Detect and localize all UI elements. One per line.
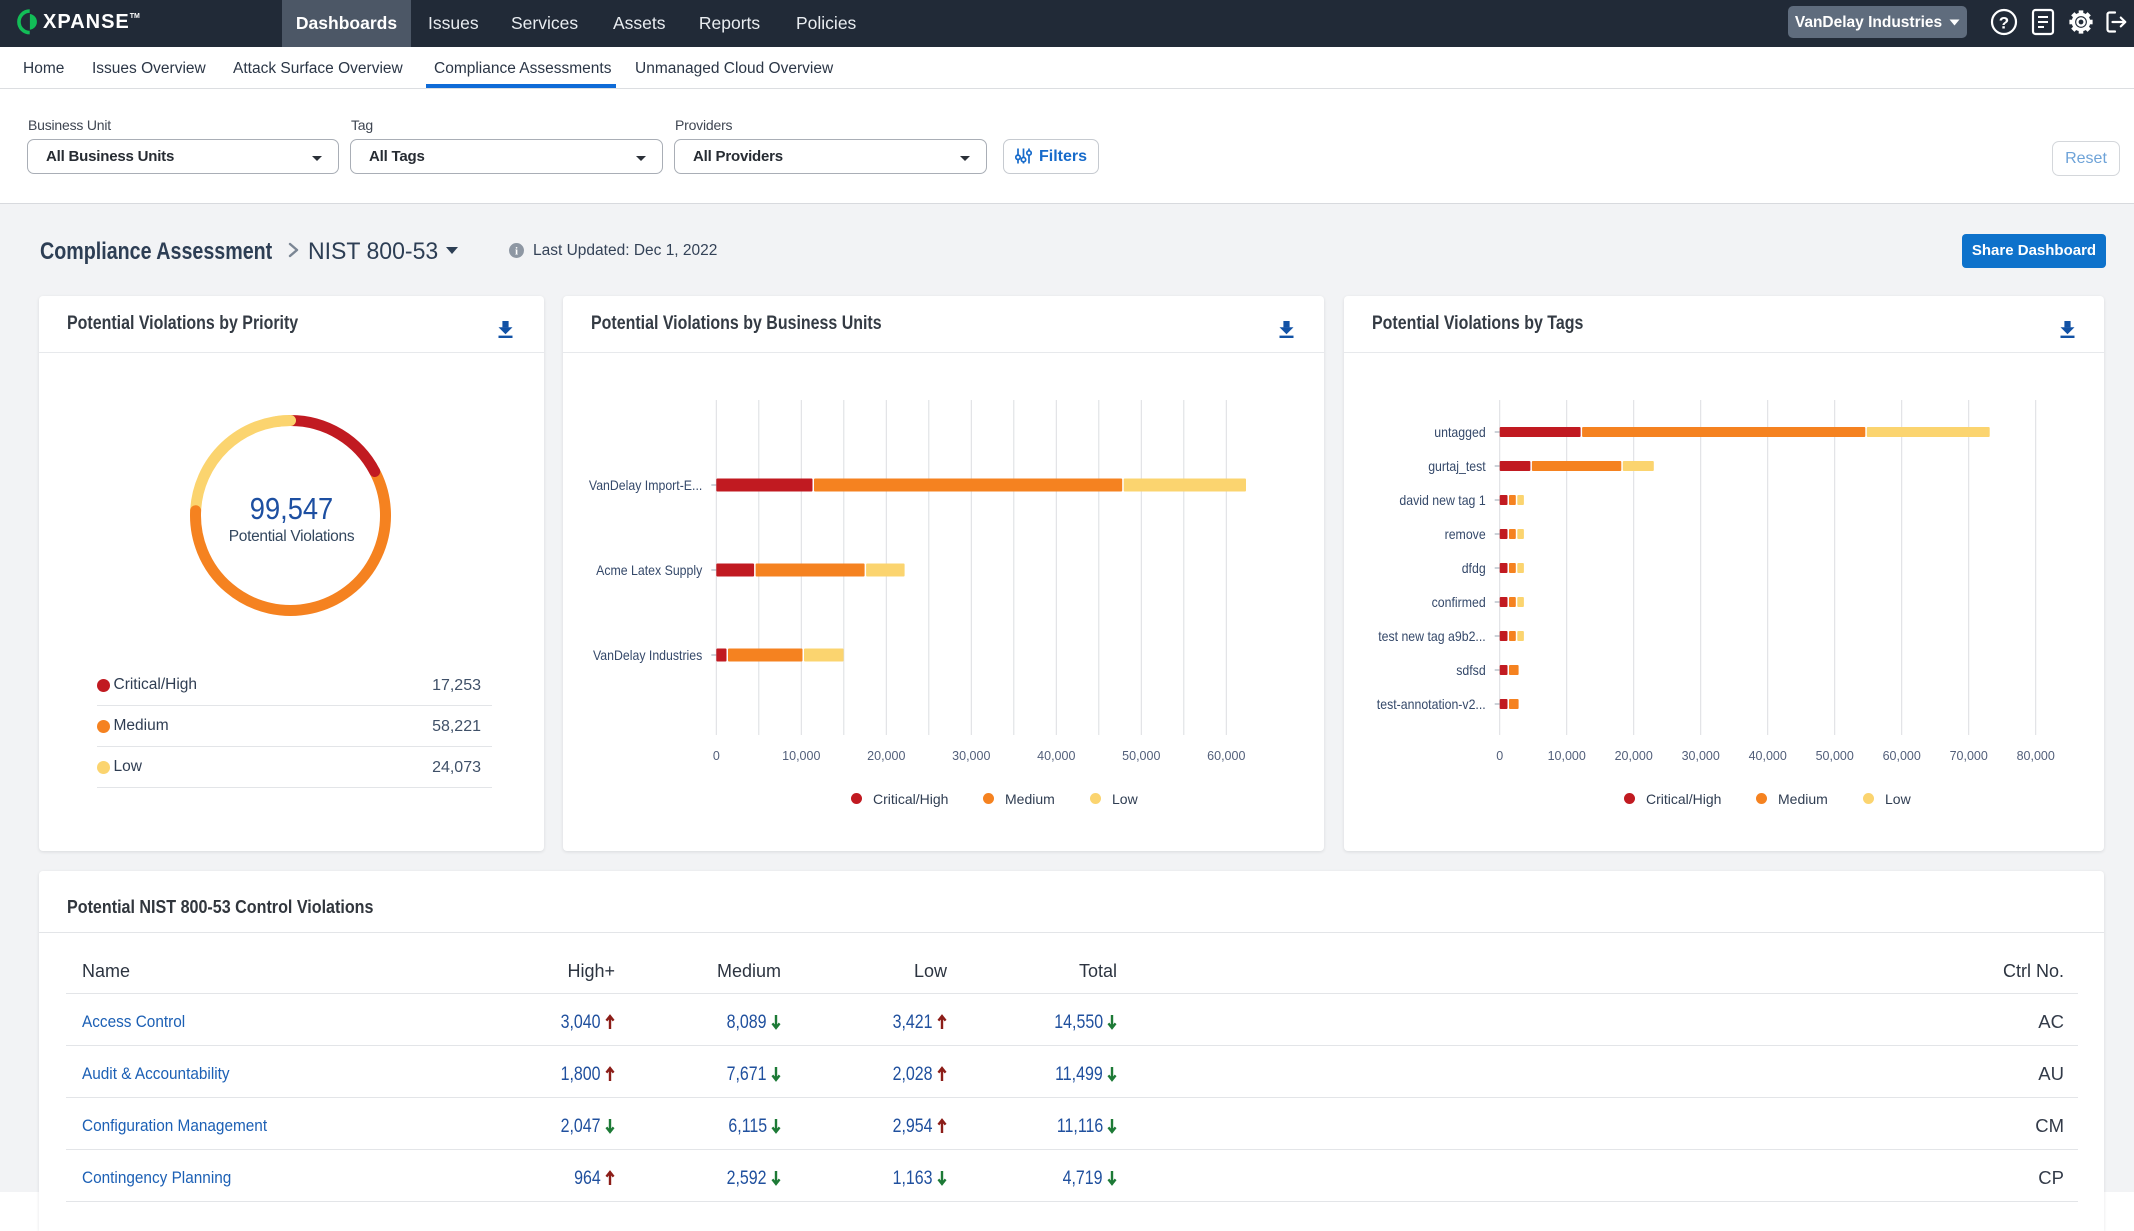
svg-text:30,000: 30,000	[1682, 749, 1720, 763]
svg-text:gurtaj_test: gurtaj_test	[1428, 458, 1486, 474]
svg-text:60,000: 60,000	[1207, 749, 1245, 763]
svg-text:0: 0	[1496, 749, 1503, 763]
svg-text:70,000: 70,000	[1950, 749, 1988, 763]
svg-text:20,000: 20,000	[867, 749, 905, 763]
svg-text:50,000: 50,000	[1122, 749, 1160, 763]
svg-text:10,000: 10,000	[782, 749, 820, 763]
svg-text:sdfsd: sdfsd	[1456, 662, 1486, 678]
svg-text:untagged: untagged	[1434, 424, 1485, 440]
svg-text:remove: remove	[1445, 526, 1486, 542]
svg-text:40,000: 40,000	[1037, 749, 1075, 763]
svg-text:50,000: 50,000	[1816, 749, 1854, 763]
svg-text:?: ?	[1999, 14, 2009, 33]
svg-text:10,000: 10,000	[1548, 749, 1586, 763]
svg-text:0: 0	[713, 749, 720, 763]
svg-text:confirmed: confirmed	[1432, 594, 1486, 610]
svg-text:30,000: 30,000	[952, 749, 990, 763]
svg-text:test-annotation-v2...: test-annotation-v2...	[1377, 696, 1486, 712]
svg-text:80,000: 80,000	[2017, 749, 2055, 763]
svg-text:VanDelay Import-E...: VanDelay Import-E...	[589, 477, 702, 493]
svg-text:VanDelay Industries: VanDelay Industries	[593, 647, 702, 663]
svg-text:test new tag a9b2...: test new tag a9b2...	[1378, 628, 1486, 644]
svg-text:i: i	[515, 246, 518, 258]
svg-text:60,000: 60,000	[1883, 749, 1921, 763]
svg-text:david new tag 1: david new tag 1	[1399, 492, 1485, 508]
svg-text:dfdg: dfdg	[1462, 560, 1486, 576]
svg-text:40,000: 40,000	[1749, 749, 1787, 763]
svg-text:20,000: 20,000	[1615, 749, 1653, 763]
svg-text:Acme Latex Supply: Acme Latex Supply	[596, 562, 702, 578]
